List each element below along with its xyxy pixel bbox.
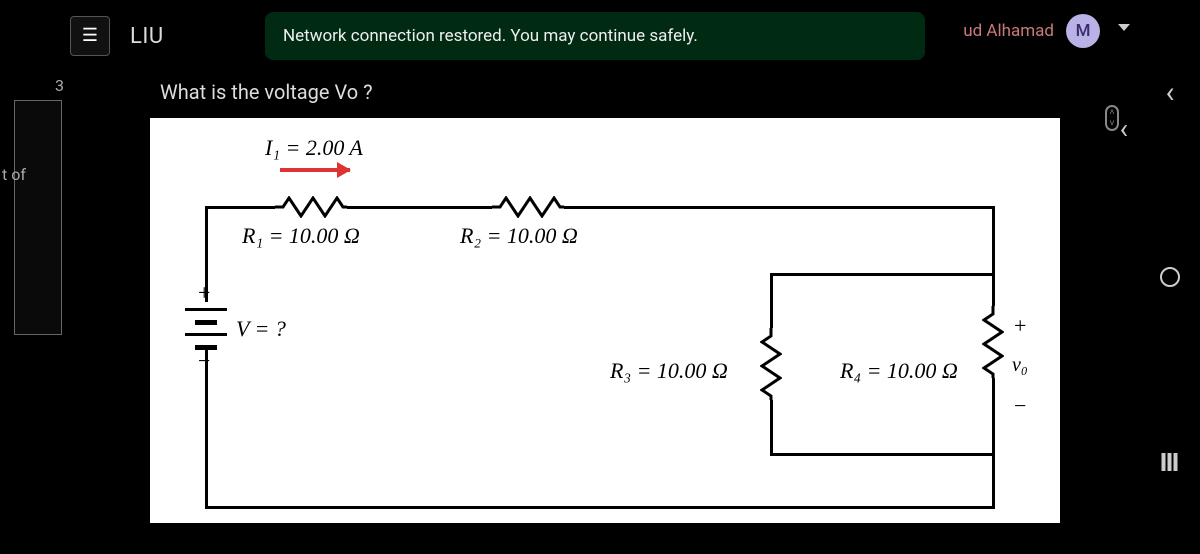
rail-circle-button[interactable] <box>1154 261 1186 293</box>
avatar: M <box>1066 14 1100 48</box>
prev-arrow-button[interactable]: ‹ <box>1120 112 1128 145</box>
user-name-label: ud Alhamad <box>963 21 1054 41</box>
rail-back-button[interactable]: ‹ <box>1154 76 1186 108</box>
vo-minus: − <box>1014 393 1026 419</box>
sidebar-box <box>14 100 62 335</box>
bars-icon <box>1160 453 1180 471</box>
scroll-indicator-icon: ˄˅ <box>1105 105 1119 131</box>
label-r3: R₃ = 10.00 Ω <box>610 358 728 384</box>
label-i1: I₁ = 2.00 A <box>265 135 363 161</box>
circle-icon <box>1159 266 1181 288</box>
current-arrow-icon <box>280 168 350 172</box>
resistor-vo-icon <box>982 306 1004 378</box>
user-dropdown-caret-icon[interactable] <box>1118 24 1130 31</box>
circuit-diagram: I₁ = 2.00 A R₁ = 10.00 Ω R₂ = 10.00 Ω + … <box>150 118 1060 523</box>
resistor-r3-icon <box>760 328 782 400</box>
menu-button[interactable]: ☰ <box>70 16 110 56</box>
user-menu[interactable]: ud Alhamad M <box>963 14 1100 48</box>
sidebar-fragment-top: 3 <box>55 76 64 95</box>
sidebar-fragment-bottom: t of <box>2 165 26 184</box>
question-prompt: What is the voltage Vo ? <box>150 80 1080 104</box>
resistor-r1-icon <box>275 196 347 218</box>
vo-plus: + <box>1014 313 1026 339</box>
brand-label: LIU <box>130 24 164 49</box>
resistor-r2-icon <box>492 196 564 218</box>
rail-menu-button[interactable] <box>1154 446 1186 478</box>
label-v: V = ? <box>236 316 286 342</box>
label-r4: R₄ = 10.00 Ω <box>840 358 958 384</box>
label-r1: R₁ = 10.00 Ω <box>242 223 360 249</box>
label-r2: R₂ = 10.00 Ω <box>460 223 578 249</box>
battery-plus: + <box>198 280 210 306</box>
toast-notification: Network connection restored. You may con… <box>265 12 925 60</box>
hamburger-icon: ☰ <box>82 27 98 45</box>
label-vo: v₀ <box>1012 354 1028 377</box>
